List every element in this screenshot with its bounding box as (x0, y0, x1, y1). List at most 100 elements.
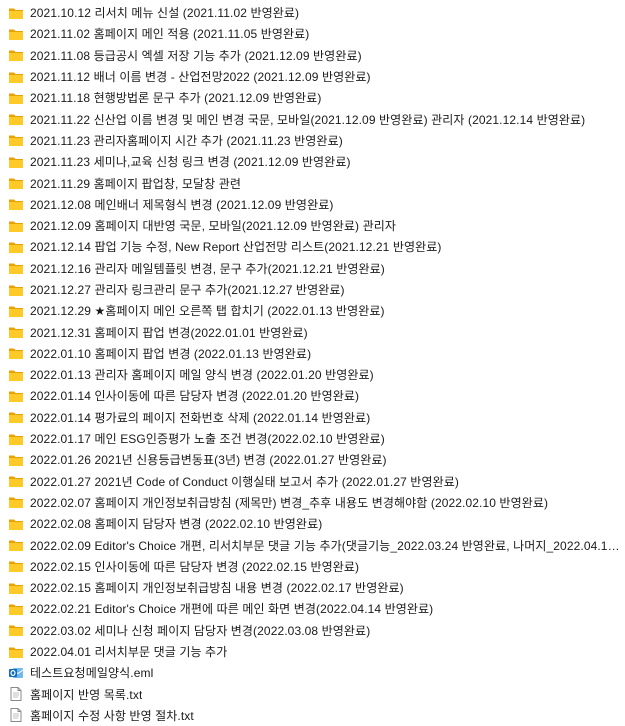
item-name: 테스트요청메일양식.eml (30, 666, 154, 681)
folder-icon (8, 494, 24, 510)
item-name: 홈페이지 수정 사항 반영 절차.txt (30, 708, 194, 723)
folder-icon (8, 196, 24, 212)
folder-item[interactable]: 2022.01.14 평가료의 페이지 전화번호 삭제 (2022.01.14 … (0, 407, 625, 428)
item-name: 2021.12.09 홈페이지 대반영 국문, 모바일(2021.12.09 반… (30, 219, 397, 234)
folder-icon (8, 47, 24, 63)
item-name: 2021.10.12 리서치 메뉴 신설 (2021.11.02 반영완료) (30, 6, 300, 21)
folder-icon (8, 580, 24, 596)
folder-item[interactable]: 2022.04.01 리서치부문 댓글 기능 추가 (0, 641, 625, 662)
folder-item[interactable]: 2021.11.18 현행방법론 문구 추가 (2021.12.09 반영완료) (0, 87, 625, 108)
folder-item[interactable]: 2022.01.13 관리자 홈페이지 메일 양식 변경 (2022.01.20… (0, 364, 625, 385)
folder-item[interactable]: 2021.12.14 팝업 기능 수정, New Report 산업전망 리스트… (0, 236, 625, 257)
folder-icon (8, 537, 24, 553)
item-name: 2022.03.02 세미나 신청 페이지 담당자 변경(2022.03.08 … (30, 623, 371, 638)
item-name: 2022.04.01 리서치부문 댓글 기능 추가 (30, 645, 228, 660)
folder-icon (8, 154, 24, 170)
folder-icon (8, 409, 24, 425)
folder-icon (8, 26, 24, 42)
item-name: 2022.02.15 홈페이지 개인정보취급방침 내용 변경 (2022.02.… (30, 581, 404, 596)
item-name: 2021.11.22 신산업 이름 변경 및 메인 변경 국문, 모바일(202… (30, 112, 586, 127)
folder-item[interactable]: 2022.02.15 인사이동에 따른 담당자 변경 (2022.02.15 반… (0, 556, 625, 577)
item-name: 2021.12.14 팝업 기능 수정, New Report 산업전망 리스트… (30, 240, 442, 255)
folder-item[interactable]: 2022.01.27 2021년 Code of Conduct 이행실태 보고… (0, 471, 625, 492)
folder-icon (8, 90, 24, 106)
folder-icon (8, 345, 24, 361)
folder-item[interactable]: 2022.02.08 홈페이지 담당자 변경 (2022.02.10 반영완료) (0, 513, 625, 534)
folder-icon (8, 218, 24, 234)
folder-item[interactable]: 2022.02.07 홈페이지 개인정보취급방침 (제목만) 변경_추후 내용도… (0, 492, 625, 513)
file-item[interactable]: 테스트요청메일양식.eml (0, 662, 625, 683)
folder-item[interactable]: 2021.11.23 세미나,교육 신청 링크 변경 (2021.12.09 반… (0, 151, 625, 172)
file-item[interactable]: 홈페이지 반영 목록.txt (0, 684, 625, 705)
folder-item[interactable]: 2021.12.09 홈페이지 대반영 국문, 모바일(2021.12.09 반… (0, 215, 625, 236)
item-name: 2022.01.27 2021년 Code of Conduct 이행실태 보고… (30, 474, 459, 489)
folder-icon (8, 69, 24, 85)
folder-item[interactable]: 2021.11.08 등급공시 엑셀 저장 기능 추가 (2021.12.09 … (0, 45, 625, 66)
folder-item[interactable]: 2021.12.31 홈페이지 팝업 변경(2022.01.01 반영완료) (0, 321, 625, 342)
folder-icon (8, 622, 24, 638)
item-name: 2021.12.16 관리자 메일템플릿 변경, 문구 추가(2021.12.2… (30, 261, 385, 276)
folder-icon (8, 601, 24, 617)
folder-item[interactable]: 2022.02.09 Editor's Choice 개편, 리서치부문 댓글 … (0, 534, 625, 555)
folder-icon (8, 558, 24, 574)
folder-item[interactable]: 2022.02.21 Editor's Choice 개편에 따른 메인 화면 … (0, 598, 625, 619)
item-name: 2022.01.13 관리자 홈페이지 메일 양식 변경 (2022.01.20… (30, 368, 374, 383)
item-name: 2021.11.12 배너 이름 변경 - 산업전망2022 (2021.12.… (30, 70, 371, 85)
item-name: 2021.11.18 현행방법론 문구 추가 (2021.12.09 반영완료) (30, 91, 322, 106)
file-item[interactable]: 홈페이지 수정 사항 반영 절차.txt (0, 705, 625, 726)
folder-icon (8, 452, 24, 468)
item-name: 2022.02.08 홈페이지 담당자 변경 (2022.02.10 반영완료) (30, 517, 323, 532)
folder-item[interactable]: 2021.11.22 신산업 이름 변경 및 메인 변경 국문, 모바일(202… (0, 108, 625, 129)
item-name: 2021.12.31 홈페이지 팝업 변경(2022.01.01 반영완료) (30, 325, 308, 340)
folder-item[interactable]: 2022.01.10 홈페이지 팝업 변경 (2022.01.13 반영완료) (0, 343, 625, 364)
folder-icon (8, 239, 24, 255)
folder-item[interactable]: 2021.12.08 메인배너 제목형식 변경 (2021.12.09 반영완료… (0, 194, 625, 215)
item-name: 2021.11.23 세미나,교육 신청 링크 변경 (2021.12.09 반… (30, 155, 351, 170)
folder-item[interactable]: 2021.11.29 홈페이지 팝업창, 모달창 관련 (0, 172, 625, 193)
folder-icon (8, 260, 24, 276)
text-file-icon (8, 686, 24, 702)
item-name: 2021.12.08 메인배너 제목형식 변경 (2021.12.09 반영완료… (30, 197, 334, 212)
item-name: 2022.02.15 인사이동에 따른 담당자 변경 (2022.02.15 반… (30, 559, 360, 574)
folder-item[interactable]: 2021.12.29 ★홈페이지 메인 오른쪽 탭 합치기 (2022.01.1… (0, 300, 625, 321)
folder-icon (8, 175, 24, 191)
folder-icon (8, 367, 24, 383)
folder-icon (8, 5, 24, 21)
folder-item[interactable]: 2021.12.16 관리자 메일템플릿 변경, 문구 추가(2021.12.2… (0, 258, 625, 279)
item-name: 2022.02.07 홈페이지 개인정보취급방침 (제목만) 변경_추후 내용도… (30, 495, 549, 510)
folder-icon (8, 111, 24, 127)
folder-icon (8, 324, 24, 340)
folder-icon (8, 431, 24, 447)
folder-item[interactable]: 2022.01.14 인사이동에 따른 담당자 변경 (2022.01.20 반… (0, 385, 625, 406)
item-name: 2021.11.29 홈페이지 팝업창, 모달창 관련 (30, 176, 242, 191)
item-name: 2022.01.10 홈페이지 팝업 변경 (2022.01.13 반영완료) (30, 346, 312, 361)
folder-item[interactable]: 2022.01.26 2021년 신용등급변동표(3년) 변경 (2022.01… (0, 449, 625, 470)
folder-icon (8, 473, 24, 489)
item-name: 2022.02.09 Editor's Choice 개편, 리서치부문 댓글 … (30, 538, 620, 553)
item-name: 2021.11.23 관리자홈페이지 시간 추가 (2021.11.23 반영완… (30, 133, 343, 148)
file-list: 2021.10.12 리서치 메뉴 신설 (2021.11.02 반영완료) 20… (0, 0, 625, 723)
item-name: 홈페이지 반영 목록.txt (30, 687, 143, 702)
folder-icon (8, 282, 24, 298)
folder-item[interactable]: 2021.11.12 배너 이름 변경 - 산업전망2022 (2021.12.… (0, 66, 625, 87)
item-name: 2021.11.08 등급공시 엑셀 저장 기능 추가 (2021.12.09 … (30, 48, 362, 63)
item-name: 2022.01.17 메인 ESG인증평가 노출 조건 변경(2022.02.1… (30, 432, 385, 447)
folder-item[interactable]: 2021.10.12 리서치 메뉴 신설 (2021.11.02 반영완료) (0, 2, 625, 23)
folder-icon (8, 644, 24, 660)
item-name: 2022.02.21 Editor's Choice 개편에 따른 메인 화면 … (30, 602, 434, 617)
folder-icon (8, 132, 24, 148)
folder-icon (8, 388, 24, 404)
item-name: 2021.12.27 관리자 링크관리 문구 추가(2021.12.27 반영완… (30, 283, 345, 297)
item-name: 2022.01.14 인사이동에 따른 담당자 변경 (2022.01.20 반… (30, 389, 360, 404)
folder-item[interactable]: 2021.11.02 홈페이지 메인 적용 (2021.11.05 반영완료) (0, 23, 625, 44)
folder-icon (8, 303, 24, 319)
folder-item[interactable]: 2021.12.27 관리자 링크관리 문구 추가(2021.12.27 반영완… (0, 279, 625, 300)
item-name: 2021.12.29 ★홈페이지 메인 오른쪽 탭 합치기 (2022.01.1… (30, 304, 385, 319)
folder-item[interactable]: 2022.01.17 메인 ESG인증평가 노출 조건 변경(2022.02.1… (0, 428, 625, 449)
folder-item[interactable]: 2021.11.23 관리자홈페이지 시간 추가 (2021.11.23 반영완… (0, 130, 625, 151)
folder-item[interactable]: 2022.02.15 홈페이지 개인정보취급방침 내용 변경 (2022.02.… (0, 577, 625, 598)
outlook-mail-icon (8, 665, 24, 681)
folder-item[interactable]: 2022.03.02 세미나 신청 페이지 담당자 변경(2022.03.08 … (0, 620, 625, 641)
folder-icon (8, 516, 24, 532)
text-file-icon (8, 707, 24, 723)
